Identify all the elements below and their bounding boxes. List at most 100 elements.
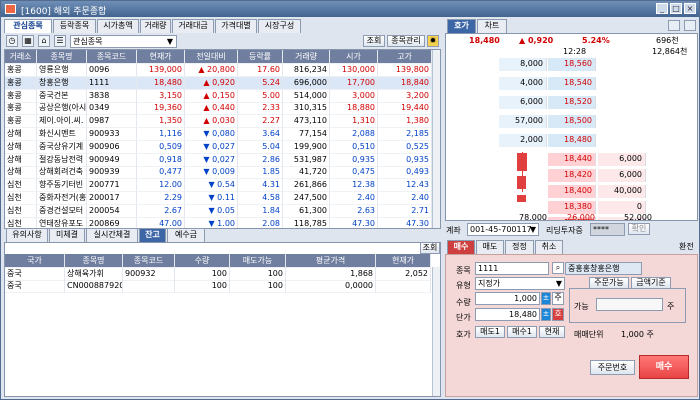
chevron-down-icon: ▼ <box>529 225 536 234</box>
stock-code-input[interactable]: 1111 <box>475 262 549 275</box>
current-price: 18,480 <box>469 36 500 45</box>
balance-header: 수량 <box>175 254 230 268</box>
watchlist-cell: 200771 <box>87 179 137 193</box>
order-type-select[interactable]: 지정가 ▼ <box>475 277 565 290</box>
ask-qty: 8,000 <box>499 58 547 71</box>
minimize-button[interactable]: _ <box>656 3 668 14</box>
watchlist-cell: 2.71 <box>378 204 432 218</box>
tab-realtime-fill[interactable]: 실시간체결 <box>86 228 138 242</box>
watchlist-cell: 12.00 <box>137 179 185 193</box>
watchlist-cell: 18,480 <box>137 76 185 90</box>
tab-unfilled[interactable]: 미체결 <box>49 228 85 242</box>
tab-watchlist[interactable]: 관심종목 <box>4 19 52 33</box>
watchlist-cell: 200054 <box>87 204 137 218</box>
watchlist-cell: ▼ 0,027 <box>185 140 238 154</box>
tab-market-composition[interactable]: 시장구성 <box>258 19 301 33</box>
tab-change-rank[interactable]: 등락종목 <box>53 19 96 33</box>
watchlist-scrollbar[interactable] <box>432 50 440 228</box>
price-mode-button[interactable]: 호 <box>552 308 564 321</box>
bid-row[interactable]: 18,440 6,000 <box>448 153 688 167</box>
tab-notice[interactable]: 유의사항 <box>6 228 48 242</box>
balance-view-button[interactable]: 조회 <box>420 243 440 254</box>
gear-icon[interactable]: ✹ <box>427 35 439 47</box>
clock-icon[interactable]: ◷ <box>6 35 18 47</box>
tab-volume[interactable]: 거래량 <box>140 19 171 33</box>
tab-orderbook[interactable]: 호가 <box>447 19 476 33</box>
orderbook-panel: 18,480 ▲ 0,920 5.24% 696천 12:28 12,864천 … <box>445 33 698 221</box>
settings-icon[interactable] <box>668 20 680 31</box>
tab-balance[interactable]: 잔고 <box>139 228 166 242</box>
quantity-stepper-icon[interactable]: ± <box>541 292 551 305</box>
ask-row[interactable]: 2,000 18,480 <box>448 134 688 148</box>
order-number-button[interactable]: 주문번호 <box>590 360 635 375</box>
hoga-label: 호가 <box>456 330 471 339</box>
tab-deposit[interactable]: 예수금 <box>167 228 205 242</box>
watchlist-header: 등락률 <box>238 50 283 64</box>
list-icon[interactable]: ☰ <box>54 35 66 47</box>
watchlist-cell: 2.63 <box>330 204 378 218</box>
market-tabs: 관심종목 등락종목 시가총액 거래량 거래대금 가격대별 시장구성 <box>4 19 441 33</box>
exchange-label[interactable]: 환전 <box>679 241 694 252</box>
home-icon[interactable]: ⌂ <box>38 35 50 47</box>
quantity-input[interactable]: 1,000 <box>475 292 540 305</box>
password-field[interactable]: **** <box>590 223 625 236</box>
maximize-button[interactable]: □ <box>670 3 682 14</box>
tab-trading-value[interactable]: 거래대금 <box>172 19 214 33</box>
tab-chart[interactable]: 차트 <box>477 19 507 33</box>
trade-unit-label: 매매단위 <box>574 330 604 339</box>
ask-row[interactable]: 57,000 18,500 <box>448 115 688 129</box>
stock-manage-button[interactable]: 종목관리 <box>387 35 425 47</box>
watchlist-cell: 심천 <box>5 192 37 205</box>
bid-row[interactable]: 18,420 6,000 <box>448 169 688 183</box>
watchlist-cell: 12.43 <box>378 179 432 193</box>
bid-price: 18,400 <box>548 185 596 198</box>
tab-price-range[interactable]: 가격대별 <box>215 19 257 33</box>
watchlist-cell: 상해 <box>5 153 37 167</box>
watchlist-cell: 2.86 <box>238 153 283 167</box>
tab-buy[interactable]: 매수 <box>447 240 475 254</box>
buy-button[interactable]: 매수 <box>639 355 689 379</box>
account-field[interactable]: 001-45-700117 ▼ <box>467 223 539 236</box>
group-select[interactable]: 관심종목 ▼ <box>70 35 177 48</box>
watchlist-cell: 2.27 <box>238 115 283 129</box>
close-button[interactable]: × <box>684 3 696 14</box>
watchlist-header: 고가 <box>378 50 432 64</box>
tab-sell[interactable]: 매도 <box>476 240 504 254</box>
watchlist-cell: 139,800 <box>378 64 432 77</box>
account-number: 001-45-700117 <box>470 225 532 234</box>
ask-row[interactable]: 6,000 18,520 <box>448 96 688 110</box>
ask-price: 18,540 <box>548 77 596 90</box>
watchlist-cell: 0987 <box>87 115 137 129</box>
tab-market-cap[interactable]: 시가총액 <box>97 19 139 33</box>
bid-row[interactable]: 18,400 40,000 <box>448 185 688 199</box>
current-price-button[interactable]: 현재 <box>539 326 565 338</box>
watchlist-cell: 0096 <box>87 64 137 77</box>
quantity-unit-button[interactable]: 주 <box>552 292 564 305</box>
confirm-button[interactable]: 확인 <box>628 223 650 235</box>
view-button[interactable]: 조회 <box>363 35 385 47</box>
ask-row[interactable]: 8,000 18,560 <box>448 58 688 72</box>
grid-icon[interactable]: ▦ <box>22 35 34 47</box>
available-label: 가능 <box>574 302 589 311</box>
ask-row[interactable]: 4,000 18,540 <box>448 77 688 91</box>
tab-cancel[interactable]: 취소 <box>535 240 563 254</box>
buy1-button[interactable]: 매수1 <box>507 326 537 338</box>
app-icon <box>5 4 16 14</box>
watchlist-cell: 514,000 <box>283 89 330 103</box>
watchlist-cell: 900949 <box>87 153 137 167</box>
search-icon[interactable]: ⌕ <box>552 262 564 274</box>
balance-table: 조회 국가 종목명 종목코드 수량 매도가능 평균가격 현재가 중국 상해육가휘 900932 10… <box>4 242 441 397</box>
price-input[interactable]: 18,480 <box>475 308 540 321</box>
watchlist-cell: 중국건본 <box>37 89 87 103</box>
watchlist-cell: 영룡은행 <box>37 64 87 77</box>
watchlist-cell: 696,000 <box>283 76 330 90</box>
watchlist-cell: 2.40 <box>330 192 378 205</box>
balance-scrollbar[interactable] <box>432 267 440 396</box>
sell1-button[interactable]: 매도1 <box>475 326 505 338</box>
watchlist-cell: 2,088 <box>330 128 378 141</box>
tab-modify[interactable]: 정정 <box>505 240 534 254</box>
refresh-icon[interactable] <box>684 20 696 31</box>
watchlist-cell: 0,475 <box>330 166 378 180</box>
price-stepper-icon[interactable]: ± <box>541 308 551 321</box>
watchlist-cell: 상해 <box>5 166 37 180</box>
